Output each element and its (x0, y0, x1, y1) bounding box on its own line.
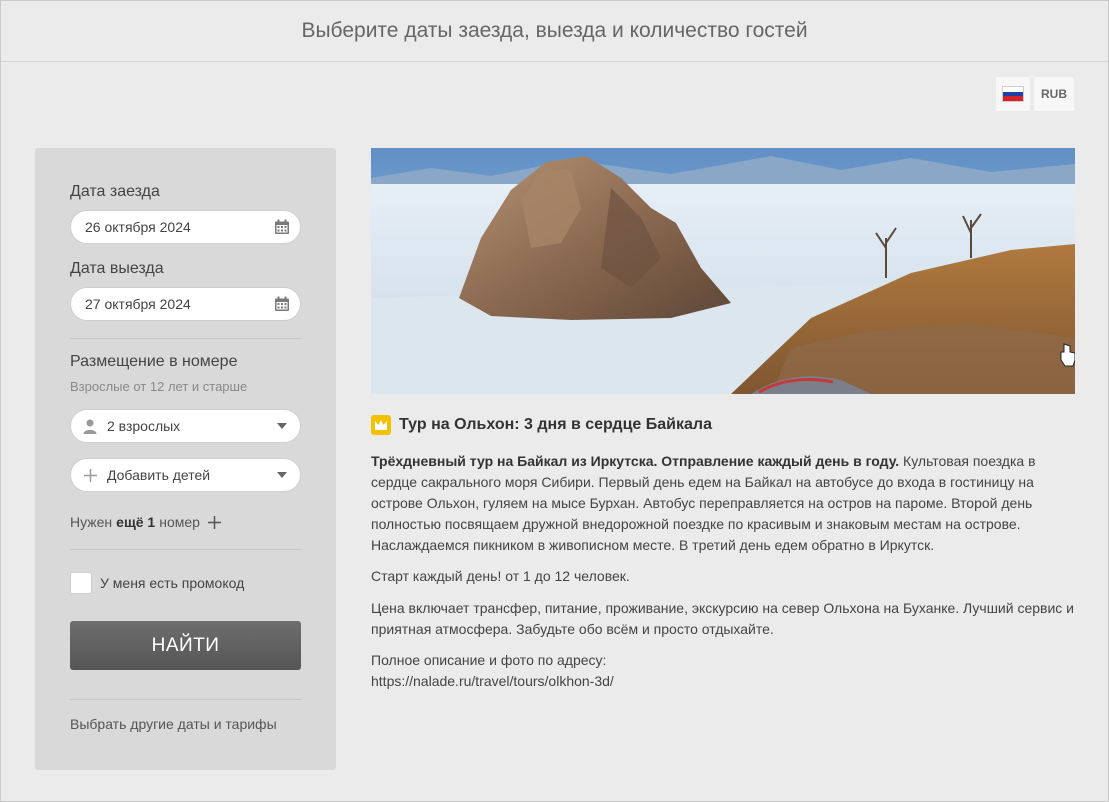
page-title: Выберите даты заезда, выезда и количеств… (301, 19, 808, 42)
tour-url: https://nalade.ru/travel/tours/olkhon-3d… (371, 673, 614, 689)
plus-icon (82, 467, 98, 483)
chevron-down-icon (277, 472, 287, 478)
divider (70, 338, 301, 339)
promo-checkbox[interactable] (70, 572, 92, 594)
checkin-label: Дата заезда (70, 183, 160, 200)
top-bar: RUB (996, 77, 1074, 111)
chevron-down-icon (277, 423, 287, 429)
booking-form: Дата заезда 26 октября 2024 Дата выезда … (35, 148, 336, 770)
adults-value: 2 взрослых (107, 418, 181, 434)
search-button[interactable]: НАЙТИ (70, 621, 301, 670)
tour-title-text: Тур на Ольхон: 3 дня в сердце Байкала (399, 416, 712, 433)
page-frame: Выберите даты заезда, выезда и количеств… (0, 0, 1109, 802)
promo-code-option: У меня есть промокод (70, 572, 244, 594)
tour-description: Трёхдневный тур на Байкал из Иркутска. О… (371, 451, 1075, 556)
tour-photo (371, 148, 1075, 394)
checkout-date-value: 27 октября 2024 (85, 296, 191, 312)
checkin-date-field[interactable]: 26 октября 2024 (70, 210, 301, 244)
plus-icon[interactable] (207, 515, 221, 529)
language-button[interactable] (996, 77, 1030, 111)
russia-flag-icon (1002, 86, 1024, 102)
divider (70, 699, 301, 700)
other-dates-link[interactable]: Выбрать другие даты и тарифы (70, 716, 277, 732)
currency-button[interactable]: RUB (1034, 77, 1074, 111)
calendar-icon (275, 296, 289, 311)
crown-icon (371, 415, 391, 435)
page-header: Выберите даты заезда, выезда и количеств… (1, 1, 1108, 62)
tour-intro-bold: Трёхдневный тур на Байкал из Иркутска. О… (371, 453, 900, 469)
divider (70, 549, 301, 550)
add-room-link[interactable]: Нужен ещё 1 номер (70, 514, 221, 530)
tour-price-text: Цена включает трансфер, питание, прожива… (371, 600, 1074, 637)
tour-full-desc-label: Полное описание и фото по адресу: (371, 652, 607, 668)
tour-title: Тур на Ольхон: 3 дня в сердце Байкала (371, 415, 712, 435)
calendar-icon (275, 219, 289, 234)
tour-start-text: Старт каждый день! от 1 до 12 человек. (371, 568, 630, 584)
checkout-label: Дата выезда (70, 260, 164, 277)
person-icon (82, 418, 98, 434)
children-select[interactable]: Добавить детей (70, 458, 301, 492)
add-room-count: ещё 1 (116, 514, 156, 530)
checkout-date-field[interactable]: 27 октября 2024 (70, 287, 301, 321)
accommodation-hint: Взрослые от 12 лет и старше (70, 379, 248, 394)
tour-full-desc: Полное описание и фото по адресу: https:… (371, 650, 1075, 692)
children-value: Добавить детей (107, 467, 211, 483)
checkin-date-value: 26 октября 2024 (85, 219, 191, 235)
add-room-suffix: номер (159, 514, 200, 530)
accommodation-label: Размещение в номере (70, 353, 238, 370)
adults-select[interactable]: 2 взрослых (70, 409, 301, 443)
add-room-prefix: Нужен (70, 514, 113, 530)
promo-label: У меня есть промокод (100, 575, 245, 591)
